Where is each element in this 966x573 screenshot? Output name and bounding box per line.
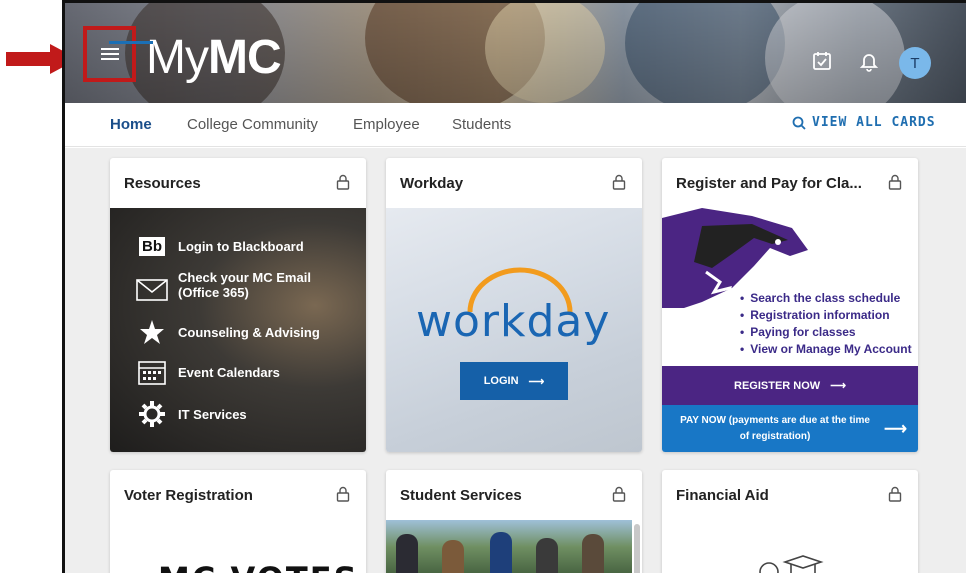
tab-home[interactable]: Home bbox=[110, 116, 152, 133]
logo-suffix: MC bbox=[207, 31, 282, 84]
event-calendars-link[interactable]: Event Calendars bbox=[136, 358, 280, 386]
lock-icon[interactable] bbox=[888, 174, 902, 190]
counseling-link[interactable]: Counseling & Advising bbox=[136, 318, 320, 346]
card-title: Student Services bbox=[400, 487, 522, 504]
register-pay-card: Register and Pay for Cla... Search the c… bbox=[662, 158, 918, 452]
logo-text: MC VOTES bbox=[158, 560, 359, 573]
it-services-link[interactable]: IT Services bbox=[136, 400, 247, 428]
workday-card: Workday workday LOGIN ⟶ bbox=[386, 158, 642, 452]
menu-icon bbox=[100, 45, 119, 63]
calendar-icon bbox=[136, 358, 168, 386]
resources-card: Resources Bb Login to Blackboard Check y… bbox=[110, 158, 366, 452]
link-label: Event Calendars bbox=[178, 364, 280, 380]
card-title: Voter Registration bbox=[124, 487, 253, 504]
student-services-card: Student Services bbox=[386, 470, 642, 573]
tab-students[interactable]: Students bbox=[452, 116, 511, 133]
pay-now-button[interactable]: PAY NOW (payments are due at the time of… bbox=[662, 405, 918, 452]
logo-prefix: My bbox=[146, 31, 209, 84]
view-all-cards-link[interactable]: VIEW ALL CARDS bbox=[792, 115, 936, 130]
list-item[interactable]: Search the class schedule bbox=[740, 290, 912, 307]
active-tab-indicator bbox=[109, 41, 153, 44]
card-title: Register and Pay for Cla... bbox=[676, 175, 862, 192]
blackboard-icon: Bb bbox=[136, 232, 168, 260]
student-services-photo bbox=[386, 520, 632, 573]
workday-banner: workday LOGIN ⟶ bbox=[386, 208, 642, 452]
register-now-button[interactable]: REGISTER NOW ⟶ bbox=[662, 366, 918, 405]
link-label: Check your MC Email bbox=[178, 270, 311, 285]
lock-icon[interactable] bbox=[336, 486, 350, 502]
card-title: Workday bbox=[400, 175, 464, 192]
card-grid: Resources Bb Login to Blackboard Check y… bbox=[65, 148, 966, 573]
lock-icon[interactable] bbox=[888, 486, 902, 502]
button-label: LOGIN bbox=[483, 375, 519, 387]
tab-college-community[interactable]: College Community bbox=[187, 116, 318, 133]
lock-icon[interactable] bbox=[612, 486, 626, 502]
email-link[interactable]: Check your MC Email (Office 365) bbox=[136, 270, 311, 304]
mymc-logo[interactable]: MyMC bbox=[146, 31, 282, 84]
star-icon bbox=[136, 318, 168, 346]
arrow-right-icon: ⟶ bbox=[830, 380, 846, 392]
button-label: PAY NOW (payments are due at the time of… bbox=[680, 414, 870, 442]
view-all-label: VIEW ALL CARDS bbox=[812, 115, 936, 130]
list-item[interactable]: Paying for classes bbox=[740, 324, 912, 341]
lock-icon[interactable] bbox=[612, 174, 626, 190]
link-sublabel: (Office 365) bbox=[178, 285, 249, 300]
mc-votes-logo: MC VOTES bbox=[158, 560, 359, 573]
envelope-icon bbox=[136, 276, 168, 304]
register-info-list: Search the class schedule Registration i… bbox=[740, 290, 912, 358]
calendar-icon[interactable] bbox=[811, 50, 833, 72]
card-title: Financial Aid bbox=[676, 487, 769, 504]
voter-registration-card: Voter Registration MC VOTES bbox=[110, 470, 366, 573]
list-item[interactable]: View or Manage My Account bbox=[740, 341, 911, 358]
arrow-right-icon: ⟶ bbox=[528, 375, 545, 388]
resources-links: Bb Login to Blackboard Check your MC Ema… bbox=[110, 208, 366, 452]
blackboard-link[interactable]: Bb Login to Blackboard bbox=[136, 232, 304, 260]
link-label: Counseling & Advising bbox=[178, 324, 320, 340]
register-banner: Search the class schedule Registration i… bbox=[662, 208, 918, 366]
workday-logo: workday bbox=[416, 296, 611, 347]
gear-icon bbox=[136, 400, 168, 428]
link-label: IT Services bbox=[178, 406, 247, 422]
workday-login-button[interactable]: LOGIN ⟶ bbox=[460, 362, 568, 400]
bell-icon[interactable] bbox=[858, 50, 880, 72]
card-title: Resources bbox=[124, 175, 201, 192]
list-item[interactable]: Registration information bbox=[740, 307, 912, 324]
arrow-right-icon: ⟶ bbox=[884, 420, 907, 438]
financial-aid-card: Financial Aid bbox=[662, 470, 918, 573]
tab-employee[interactable]: Employee bbox=[353, 116, 420, 133]
link-label: Login to Blackboard bbox=[178, 238, 304, 254]
search-icon bbox=[792, 116, 806, 130]
graduation-icon bbox=[759, 555, 824, 573]
button-label: REGISTER NOW bbox=[734, 379, 821, 392]
tab-bar: Home College Community Employee Students… bbox=[65, 103, 966, 147]
lock-icon[interactable] bbox=[336, 174, 350, 190]
avatar[interactable]: T bbox=[899, 47, 931, 79]
menu-button[interactable] bbox=[83, 26, 136, 82]
card-scrollbar[interactable] bbox=[634, 524, 640, 573]
